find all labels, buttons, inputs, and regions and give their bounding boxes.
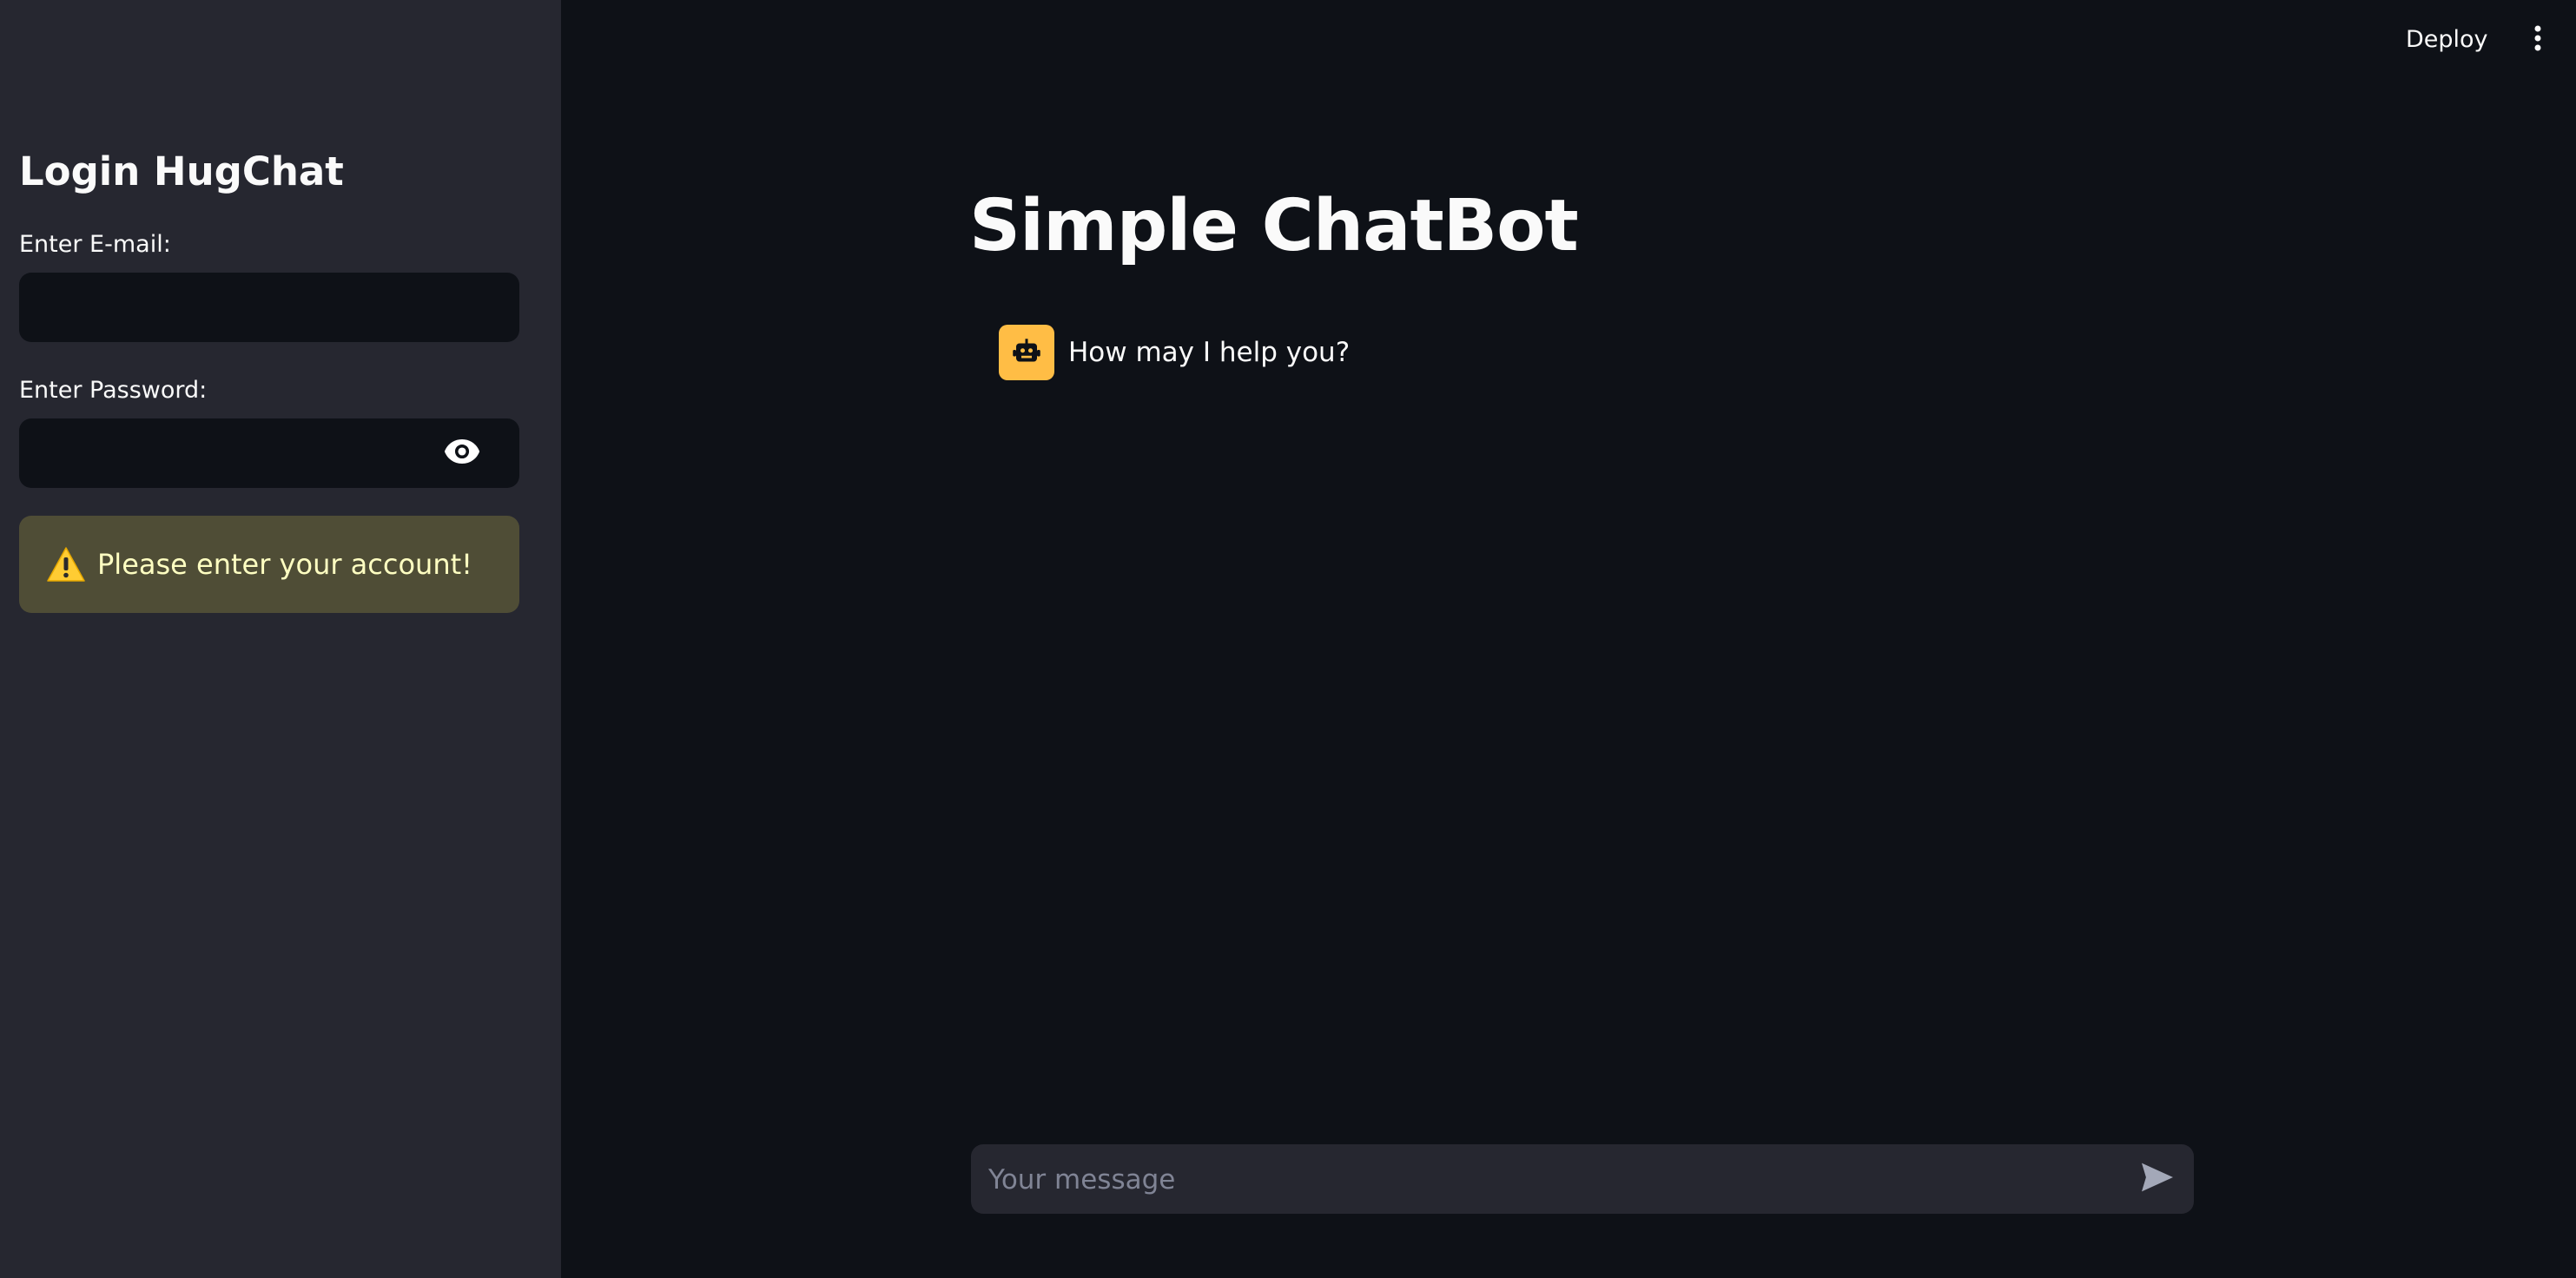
warning-alert: Please enter your account! [19, 516, 519, 613]
email-field[interactable] [19, 273, 519, 342]
send-icon [2140, 1162, 2175, 1196]
app-root: Login HugChat Enter E-mail: Enter Passwo… [0, 0, 2576, 1278]
message-text: How may I help you? [1068, 337, 1351, 368]
page-title: Simple ChatBot [969, 185, 1579, 267]
chat-input-container [971, 1144, 2194, 1215]
main-menu-button[interactable] [2519, 21, 2557, 59]
password-label: Enter Password: [19, 377, 208, 404]
deploy-button[interactable]: Deploy [2406, 21, 2488, 59]
show-password-toggle[interactable] [438, 429, 486, 478]
chat-message-assistant: How may I help you? [999, 325, 1350, 380]
kebab-vertical-icon [2533, 25, 2542, 55]
warning-triangle-icon [45, 545, 87, 583]
eye-icon [444, 439, 480, 467]
robot-icon [999, 325, 1054, 380]
sidebar-title: Login HugChat [19, 148, 344, 194]
email-label: Enter E-mail: [19, 231, 171, 258]
send-button[interactable] [2133, 1155, 2182, 1203]
warning-text: Please enter your account! [97, 548, 472, 581]
sidebar: Login HugChat Enter E-mail: Enter Passwo… [0, 0, 561, 1278]
chat-message-input[interactable] [987, 1144, 2119, 1215]
